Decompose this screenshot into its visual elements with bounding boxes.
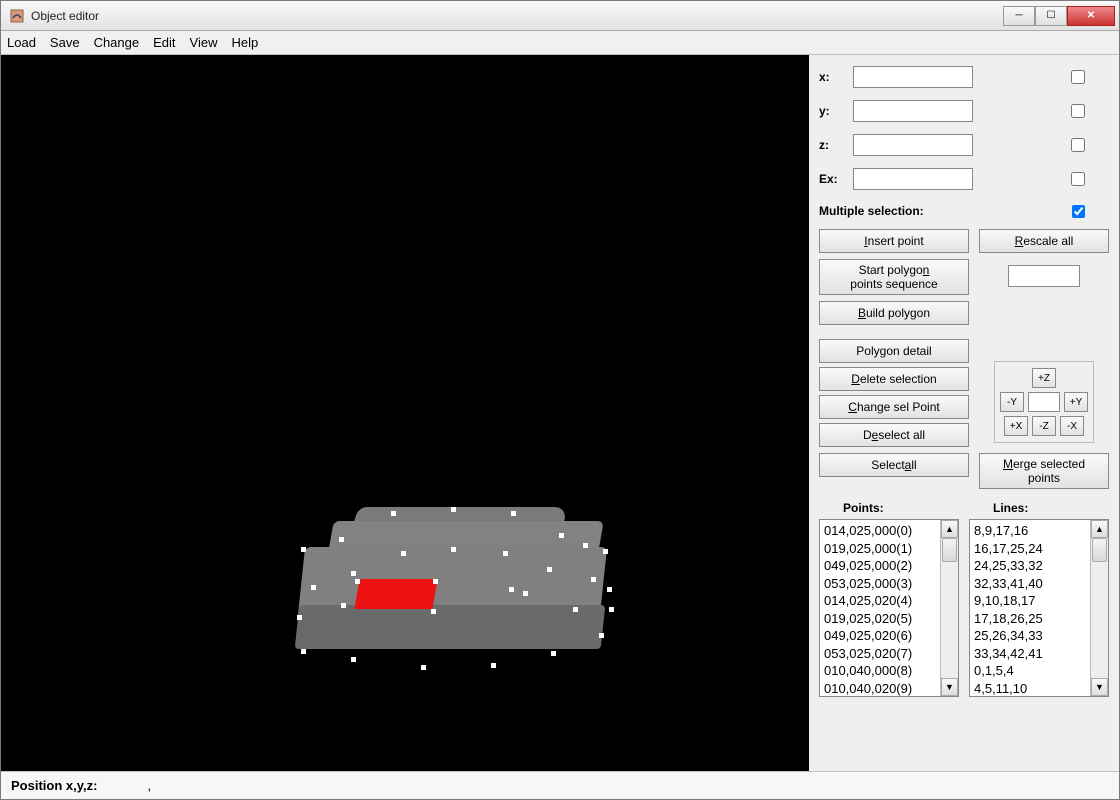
points-scrollbar[interactable]: ▲ ▼	[940, 520, 958, 696]
list-item[interactable]: 010,040,020(9)	[824, 680, 936, 697]
ex-checkbox[interactable]	[1071, 172, 1085, 186]
app-icon	[9, 8, 25, 24]
start-polygon-button[interactable]: Start polygon points sequence	[819, 259, 969, 295]
insert-point-button[interactable]: IInsert pointnsert point	[819, 229, 969, 253]
list-item[interactable]: 014,025,000(0)	[824, 522, 936, 540]
merge-points-button[interactable]: Merge selected points	[979, 453, 1109, 489]
status-label: Position x,y,z:	[11, 778, 97, 793]
list-item[interactable]: 16,17,25,24	[974, 540, 1086, 558]
deselect-all-button[interactable]: Deselect all	[819, 423, 969, 447]
menu-load[interactable]: Load	[7, 35, 36, 50]
titlebar: Object editor ─ ☐ ✕	[1, 1, 1119, 31]
list-item[interactable]: 053,025,020(7)	[824, 645, 936, 663]
x-checkbox[interactable]	[1071, 70, 1085, 84]
x-input[interactable]	[853, 66, 973, 88]
plus-x-button[interactable]: +X	[1004, 416, 1028, 436]
list-item[interactable]: 8,9,17,16	[974, 522, 1086, 540]
close-button[interactable]: ✕	[1067, 6, 1115, 26]
plus-y-button[interactable]: +Y	[1064, 392, 1088, 412]
lines-scrollbar[interactable]: ▲ ▼	[1090, 520, 1108, 696]
side-panel: x: y: z: Ex:	[809, 55, 1119, 771]
menu-save[interactable]: Save	[50, 35, 80, 50]
y-label: y:	[819, 104, 845, 118]
minus-y-button[interactable]: -Y	[1000, 392, 1024, 412]
menu-help[interactable]: Help	[231, 35, 258, 50]
nav-pad: +Z -Y +Y +X -Z -X	[994, 361, 1094, 443]
scroll-down-icon[interactable]: ▼	[1091, 678, 1108, 696]
polygon-detail-button[interactable]: Polygon detail	[819, 339, 969, 363]
list-item[interactable]: 049,025,000(2)	[824, 557, 936, 575]
ex-label: Ex:	[819, 172, 845, 186]
y-checkbox[interactable]	[1071, 104, 1085, 118]
scroll-up-icon[interactable]: ▲	[941, 520, 958, 538]
build-polygon-button[interactable]: Build polygon	[819, 301, 969, 325]
list-item[interactable]: 24,25,33,32	[974, 557, 1086, 575]
ex-input[interactable]	[853, 168, 973, 190]
status-value: ,	[147, 778, 151, 793]
points-header: Points:	[819, 501, 959, 515]
minus-x-button[interactable]: -X	[1060, 416, 1084, 436]
list-item[interactable]: 25,26,34,33	[974, 627, 1086, 645]
model-preview	[291, 507, 611, 677]
plus-z-button[interactable]: +Z	[1032, 368, 1056, 388]
list-item[interactable]: 4,5,11,10	[974, 680, 1086, 697]
menubar: Load Save Change Edit View Help	[1, 31, 1119, 55]
window-controls: ─ ☐ ✕	[1003, 6, 1115, 26]
multiple-selection-label: Multiple selection:	[819, 204, 924, 218]
y-input[interactable]	[853, 100, 973, 122]
list-item[interactable]: 019,025,000(1)	[824, 540, 936, 558]
minimize-button[interactable]: ─	[1003, 6, 1035, 26]
list-item[interactable]: 0,1,5,4	[974, 662, 1086, 680]
list-item[interactable]: 010,040,000(8)	[824, 662, 936, 680]
menu-view[interactable]: View	[190, 35, 218, 50]
change-sel-point-button[interactable]: Change sel Point	[819, 395, 969, 419]
z-input[interactable]	[853, 134, 973, 156]
list-item[interactable]: 014,025,020(4)	[824, 592, 936, 610]
list-item[interactable]: 9,10,18,17	[974, 592, 1086, 610]
scroll-down-icon[interactable]: ▼	[941, 678, 958, 696]
multiple-selection-checkbox[interactable]	[1072, 205, 1085, 218]
scroll-up-icon[interactable]: ▲	[1091, 520, 1108, 538]
list-item[interactable]: 049,025,020(6)	[824, 627, 936, 645]
window-title: Object editor	[31, 9, 1003, 23]
delete-selection-button[interactable]: Delete selection	[819, 367, 969, 391]
rescale-input[interactable]	[1008, 265, 1080, 287]
lines-header: Lines:	[969, 501, 1109, 515]
z-label: z:	[819, 138, 845, 152]
list-item[interactable]: 32,33,41,40	[974, 575, 1086, 593]
list-item[interactable]: 17,18,26,25	[974, 610, 1086, 628]
list-item[interactable]: 053,025,000(3)	[824, 575, 936, 593]
list-item[interactable]: 019,025,020(5)	[824, 610, 936, 628]
select-all-button[interactable]: Select all	[819, 453, 969, 477]
lines-list[interactable]: 8,9,17,1616,17,25,2424,25,33,3232,33,41,…	[969, 519, 1109, 697]
menu-edit[interactable]: Edit	[153, 35, 175, 50]
menu-change[interactable]: Change	[94, 35, 140, 50]
points-list[interactable]: 014,025,000(0)019,025,000(1)049,025,000(…	[819, 519, 959, 697]
nav-value-input[interactable]	[1028, 392, 1060, 412]
statusbar: Position x,y,z: ,	[1, 771, 1119, 799]
list-item[interactable]: 33,34,42,41	[974, 645, 1086, 663]
z-checkbox[interactable]	[1071, 138, 1085, 152]
x-label: x:	[819, 70, 845, 84]
rescale-all-button[interactable]: Rescale all	[979, 229, 1109, 253]
viewport-3d[interactable]	[1, 55, 809, 771]
minus-z-button[interactable]: -Z	[1032, 416, 1056, 436]
maximize-button[interactable]: ☐	[1035, 6, 1067, 26]
